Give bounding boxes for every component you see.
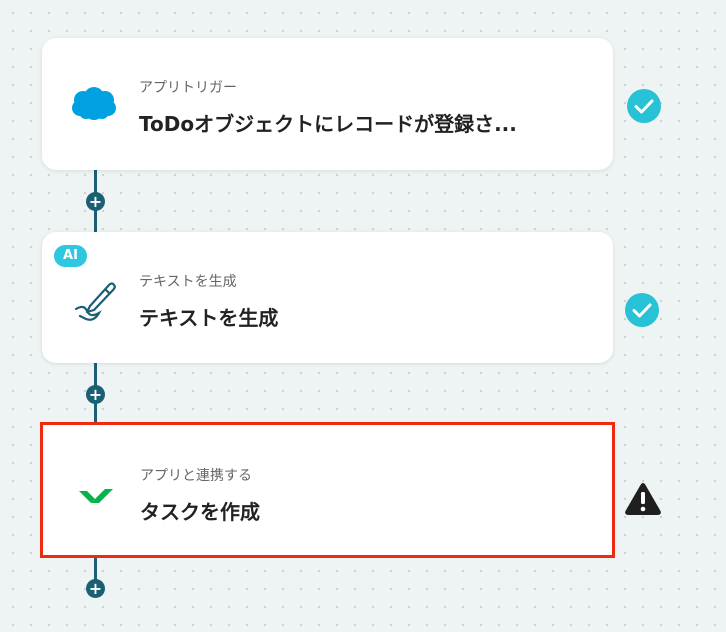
flow-step-app-trigger[interactable]: アプリトリガー ToDoオブジェクトにレコードが登録さ...	[42, 38, 613, 170]
flow-step-create-task[interactable]: アプリと連携する タスクを作成	[40, 422, 615, 558]
ai-badge: AI	[54, 245, 87, 267]
step-title: ToDoオブジェクトにレコードが登録さ...	[139, 112, 517, 136]
step-subtitle: アプリトリガー	[139, 80, 237, 96]
step-title: タスクを作成	[140, 500, 260, 524]
step-title: テキストを生成	[139, 306, 279, 330]
salesforce-cloud-icon	[70, 86, 118, 126]
pen-icon	[74, 278, 116, 326]
step-subtitle: テキストを生成	[139, 274, 237, 290]
add-step-button[interactable]: +	[86, 385, 105, 404]
add-step-button[interactable]: +	[86, 192, 105, 211]
check-icon	[624, 292, 660, 332]
step-subtitle: アプリと連携する	[140, 468, 252, 484]
flow-step-generate-text[interactable]: テキストを生成 テキストを生成	[42, 232, 613, 363]
warning-icon	[624, 482, 662, 520]
check-icon	[626, 88, 662, 128]
wrike-check-icon	[79, 483, 113, 507]
add-step-button[interactable]: +	[86, 579, 105, 598]
